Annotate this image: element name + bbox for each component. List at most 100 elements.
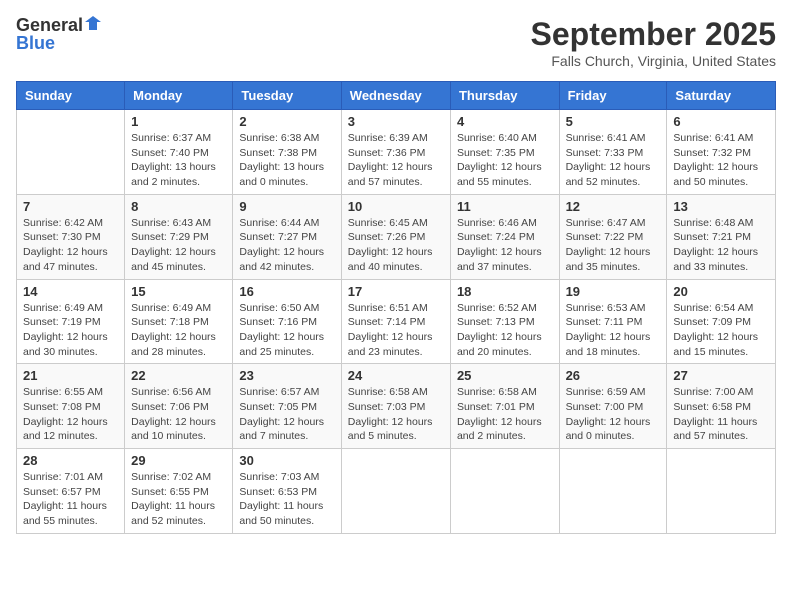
- day-number: 30: [239, 453, 334, 468]
- calendar-cell: 2 Sunrise: 6:38 AMSunset: 7:38 PMDaylight…: [233, 110, 341, 195]
- day-info: Sunrise: 7:02 AMSunset: 6:55 PMDaylight:…: [131, 470, 226, 529]
- calendar-cell: 13Sunrise: 6:48 AMSunset: 7:21 PMDayligh…: [667, 194, 776, 279]
- day-number: 25: [457, 368, 553, 383]
- day-number: 6: [673, 114, 769, 129]
- day-info: Sunrise: 6:37 AMSunset: 7:40 PMDaylight:…: [131, 131, 226, 190]
- day-info: Sunrise: 6:54 AMSunset: 7:09 PMDaylight:…: [673, 301, 769, 360]
- day-number: 2: [239, 114, 334, 129]
- calendar-cell: [559, 449, 667, 534]
- day-info: Sunrise: 6:38 AMSunset: 7:38 PMDaylight:…: [239, 131, 334, 190]
- day-info: Sunrise: 6:40 AMSunset: 7:35 PMDaylight:…: [457, 131, 553, 190]
- day-number: 21: [23, 368, 118, 383]
- day-info: Sunrise: 7:00 AMSunset: 6:58 PMDaylight:…: [673, 385, 769, 444]
- calendar-cell: 28 Sunrise: 7:01 AMSunset: 6:57 PMDayligh…: [17, 449, 125, 534]
- weekday-header: Tuesday: [233, 82, 341, 110]
- calendar-cell: 24 Sunrise: 6:58 AMSunset: 7:03 PMDayligh…: [341, 364, 450, 449]
- logo-general-text: General: [16, 16, 83, 34]
- calendar-cell: [667, 449, 776, 534]
- day-number: 17: [348, 284, 444, 299]
- day-number: 14: [23, 284, 118, 299]
- day-number: 9: [239, 199, 334, 214]
- day-number: 26: [566, 368, 661, 383]
- day-info: Sunrise: 6:50 AMSunset: 7:16 PMDaylight:…: [239, 301, 334, 360]
- day-info: Sunrise: 6:39 AMSunset: 7:36 PMDaylight:…: [348, 131, 444, 190]
- calendar-cell: 1 Sunrise: 6:37 AMSunset: 7:40 PMDaylight…: [125, 110, 233, 195]
- day-number: 12: [566, 199, 661, 214]
- day-info: Sunrise: 6:47 AMSunset: 7:22 PMDaylight:…: [566, 216, 661, 275]
- calendar-week-row: 7 Sunrise: 6:42 AMSunset: 7:30 PMDaylight…: [17, 194, 776, 279]
- logo-blue-text: Blue: [16, 34, 55, 52]
- day-info: Sunrise: 6:59 AMSunset: 7:00 PMDaylight:…: [566, 385, 661, 444]
- day-info: Sunrise: 6:41 AMSunset: 7:33 PMDaylight:…: [566, 131, 661, 190]
- day-info: Sunrise: 6:55 AMSunset: 7:08 PMDaylight:…: [23, 385, 118, 444]
- month-title: September 2025: [531, 16, 776, 53]
- day-info: Sunrise: 6:49 AMSunset: 7:18 PMDaylight:…: [131, 301, 226, 360]
- weekday-header: Monday: [125, 82, 233, 110]
- calendar-cell: 18Sunrise: 6:52 AMSunset: 7:13 PMDayligh…: [450, 279, 559, 364]
- calendar-cell: 26 Sunrise: 6:59 AMSunset: 7:00 PMDayligh…: [559, 364, 667, 449]
- calendar-cell: 16 Sunrise: 6:50 AMSunset: 7:16 PMDayligh…: [233, 279, 341, 364]
- calendar-week-row: 14 Sunrise: 6:49 AMSunset: 7:19 PMDayligh…: [17, 279, 776, 364]
- calendar-cell: 23 Sunrise: 6:57 AMSunset: 7:05 PMDayligh…: [233, 364, 341, 449]
- logo: General Blue: [16, 16, 101, 52]
- day-number: 4: [457, 114, 553, 129]
- day-number: 19: [566, 284, 661, 299]
- day-info: Sunrise: 6:42 AMSunset: 7:30 PMDaylight:…: [23, 216, 118, 275]
- calendar-cell: 14 Sunrise: 6:49 AMSunset: 7:19 PMDayligh…: [17, 279, 125, 364]
- calendar-cell: [17, 110, 125, 195]
- day-info: Sunrise: 7:01 AMSunset: 6:57 PMDaylight:…: [23, 470, 118, 529]
- day-info: Sunrise: 6:52 AMSunset: 7:13 PMDaylight:…: [457, 301, 553, 360]
- calendar-cell: 9 Sunrise: 6:44 AMSunset: 7:27 PMDaylight…: [233, 194, 341, 279]
- logo-arrow-icon: [85, 16, 101, 32]
- day-number: 23: [239, 368, 334, 383]
- calendar-cell: 15Sunrise: 6:49 AMSunset: 7:18 PMDayligh…: [125, 279, 233, 364]
- day-info: Sunrise: 6:58 AMSunset: 7:03 PMDaylight:…: [348, 385, 444, 444]
- day-number: 20: [673, 284, 769, 299]
- calendar-cell: 7 Sunrise: 6:42 AMSunset: 7:30 PMDaylight…: [17, 194, 125, 279]
- calendar-cell: 29 Sunrise: 7:02 AMSunset: 6:55 PMDayligh…: [125, 449, 233, 534]
- calendar-cell: [450, 449, 559, 534]
- day-number: 24: [348, 368, 444, 383]
- calendar-cell: 27Sunrise: 7:00 AMSunset: 6:58 PMDayligh…: [667, 364, 776, 449]
- calendar-week-row: 28 Sunrise: 7:01 AMSunset: 6:57 PMDayligh…: [17, 449, 776, 534]
- day-number: 8: [131, 199, 226, 214]
- day-info: Sunrise: 6:51 AMSunset: 7:14 PMDaylight:…: [348, 301, 444, 360]
- calendar-cell: 6Sunrise: 6:41 AMSunset: 7:32 PMDaylight…: [667, 110, 776, 195]
- calendar-cell: 30 Sunrise: 7:03 AMSunset: 6:53 PMDayligh…: [233, 449, 341, 534]
- day-info: Sunrise: 6:45 AMSunset: 7:26 PMDaylight:…: [348, 216, 444, 275]
- day-info: Sunrise: 6:44 AMSunset: 7:27 PMDaylight:…: [239, 216, 334, 275]
- day-info: Sunrise: 6:49 AMSunset: 7:19 PMDaylight:…: [23, 301, 118, 360]
- calendar-cell: 11Sunrise: 6:46 AMSunset: 7:24 PMDayligh…: [450, 194, 559, 279]
- weekday-header: Thursday: [450, 82, 559, 110]
- calendar-cell: 22 Sunrise: 6:56 AMSunset: 7:06 PMDayligh…: [125, 364, 233, 449]
- calendar-cell: 20 Sunrise: 6:54 AMSunset: 7:09 PMDayligh…: [667, 279, 776, 364]
- calendar-cell: 8 Sunrise: 6:43 AMSunset: 7:29 PMDaylight…: [125, 194, 233, 279]
- calendar-cell: 17 Sunrise: 6:51 AMSunset: 7:14 PMDayligh…: [341, 279, 450, 364]
- day-number: 5: [566, 114, 661, 129]
- day-number: 1: [131, 114, 226, 129]
- day-number: 3: [348, 114, 444, 129]
- day-info: Sunrise: 6:57 AMSunset: 7:05 PMDaylight:…: [239, 385, 334, 444]
- day-number: 29: [131, 453, 226, 468]
- weekday-header: Wednesday: [341, 82, 450, 110]
- day-number: 7: [23, 199, 118, 214]
- day-number: 11: [457, 199, 553, 214]
- day-info: Sunrise: 6:58 AMSunset: 7:01 PMDaylight:…: [457, 385, 553, 444]
- calendar-week-row: 21 Sunrise: 6:55 AMSunset: 7:08 PMDayligh…: [17, 364, 776, 449]
- day-info: Sunrise: 6:43 AMSunset: 7:29 PMDaylight:…: [131, 216, 226, 275]
- day-number: 28: [23, 453, 118, 468]
- day-info: Sunrise: 6:56 AMSunset: 7:06 PMDaylight:…: [131, 385, 226, 444]
- location-title: Falls Church, Virginia, United States: [531, 53, 776, 69]
- calendar-cell: 21 Sunrise: 6:55 AMSunset: 7:08 PMDayligh…: [17, 364, 125, 449]
- weekday-header: Friday: [559, 82, 667, 110]
- calendar-cell: 10Sunrise: 6:45 AMSunset: 7:26 PMDayligh…: [341, 194, 450, 279]
- day-number: 13: [673, 199, 769, 214]
- day-number: 22: [131, 368, 226, 383]
- calendar-cell: 25 Sunrise: 6:58 AMSunset: 7:01 PMDayligh…: [450, 364, 559, 449]
- calendar-cell: 5 Sunrise: 6:41 AMSunset: 7:33 PMDaylight…: [559, 110, 667, 195]
- calendar-cell: 12 Sunrise: 6:47 AMSunset: 7:22 PMDayligh…: [559, 194, 667, 279]
- calendar-cell: 4 Sunrise: 6:40 AMSunset: 7:35 PMDaylight…: [450, 110, 559, 195]
- day-info: Sunrise: 7:03 AMSunset: 6:53 PMDaylight:…: [239, 470, 334, 529]
- calendar-cell: 19Sunrise: 6:53 AMSunset: 7:11 PMDayligh…: [559, 279, 667, 364]
- day-number: 16: [239, 284, 334, 299]
